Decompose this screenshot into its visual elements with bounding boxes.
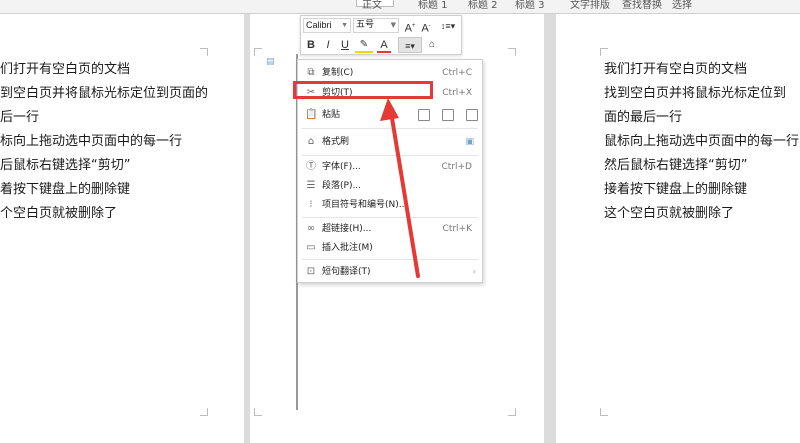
doc-line[interactable]: 找到空白页并将鼠标光标定位到: [604, 82, 799, 106]
list-icon: ⁝: [309, 199, 313, 210]
menu-label: 短句翻译(T): [322, 267, 371, 277]
doc-line[interactable]: 着按下键盘上的删除键: [0, 178, 208, 202]
menu-label: 粘贴: [322, 110, 341, 120]
paste-merge-format-icon[interactable]: [442, 109, 454, 121]
underline-button[interactable]: U: [338, 37, 352, 53]
menu-item-font[interactable]: Ⓣ 字体(F)... Ctrl+D: [298, 157, 482, 177]
align-icon[interactable]: ≡▾: [398, 37, 422, 53]
menu-label: 插入批注(M): [322, 243, 373, 253]
italic-button[interactable]: I: [321, 37, 335, 53]
document-text[interactable]: 们打开有空白页的文档 到空白页并将鼠标光标定位到页面的 后一行 标向上拖动选中页…: [0, 58, 208, 226]
menu-item-format-painter[interactable]: ⌂ 格式刷 ▣: [298, 132, 482, 152]
chevron-down-icon: ▼: [341, 22, 348, 29]
chevron-down-icon: ▼: [390, 21, 396, 29]
menu-separator: [302, 217, 478, 218]
document-page-left[interactable]: 们打开有空白页的文档 到空白页并将鼠标光标定位到页面的 后一行 标向上拖动选中页…: [0, 14, 244, 443]
menu-item-paragraph[interactable]: ☰ 段落(P)...: [298, 176, 482, 196]
copy-icon: ⧉: [307, 67, 315, 78]
paste-keep-format-icon[interactable]: [418, 109, 430, 121]
cut-highlight-box: [293, 81, 433, 99]
clipboard-icon: 📋: [305, 109, 318, 120]
margin-corner: [600, 408, 608, 416]
doc-line[interactable]: 个空白页就被删除了: [0, 202, 208, 226]
link-icon: ∞: [306, 223, 316, 234]
margin-corner: [508, 408, 516, 416]
bold-button[interactable]: B: [304, 37, 318, 53]
format-painter-icon[interactable]: ⌂: [425, 37, 439, 53]
menu-label: 超链接(H)...: [322, 224, 372, 234]
line-spacing-icon[interactable]: ↕≡▾: [437, 18, 459, 34]
menu-separator: [302, 259, 478, 260]
style-heading-3[interactable]: 标题 3: [515, 0, 545, 11]
menu-separator: [302, 128, 478, 129]
brush-icon: ⌂: [307, 136, 315, 147]
margin-corner: [200, 408, 208, 416]
doc-line[interactable]: 后一行: [0, 106, 208, 130]
margin-corner: [254, 408, 262, 416]
comment-icon: ▭: [306, 242, 316, 253]
mini-format-toolbar: Calibri ▼ 五号 ▼ A+ A- ↕≡▾ B I U ✎ A ≡▾ ⌂: [300, 15, 462, 55]
paragraph-icon: ☰: [306, 180, 316, 191]
font-icon: Ⓣ: [306, 161, 316, 172]
shrink-font-icon[interactable]: A-: [419, 18, 433, 35]
menu-item-insert-comment[interactable]: ▭ 插入批注(M): [298, 238, 482, 258]
translate-icon: ⊡: [306, 266, 316, 277]
document-text[interactable]: 我们打开有空白页的文档 找到空白页并将鼠标光标定位到 面的最后一行 鼠标向上拖动…: [604, 58, 799, 226]
doc-line[interactable]: 面的最后一行: [604, 106, 799, 130]
menu-label: 复制(C): [322, 68, 354, 78]
margin-corner: [600, 48, 608, 56]
doc-line[interactable]: 接着按下键盘上的删除键: [604, 178, 799, 202]
document-page-right[interactable]: 我们打开有空白页的文档 找到空白页并将鼠标光标定位到 面的最后一行 鼠标向上拖动…: [556, 14, 800, 443]
font-color-button[interactable]: A: [377, 37, 391, 53]
menu-item-translate[interactable]: ⊡ 短句翻译(T) ›: [298, 262, 482, 282]
find-replace-button[interactable]: 查找替换: [622, 0, 662, 11]
style-heading-2[interactable]: 标题 2: [468, 0, 498, 11]
menu-label: 字体(F)...: [322, 162, 361, 172]
doc-line[interactable]: 后鼠标右键选择“剪切”: [0, 154, 208, 178]
grow-font-icon[interactable]: A+: [403, 18, 417, 35]
menu-label: 格式刷: [322, 137, 350, 147]
menu-item-bullets-numbering[interactable]: ⁝ 项目符号和编号(N)...: [298, 195, 482, 215]
menu-item-copy[interactable]: ⧉ 复制(C) Ctrl+C: [298, 63, 482, 83]
margin-corner: [254, 48, 262, 56]
menu-label: 段落(P)...: [322, 181, 362, 191]
doc-line[interactable]: 标向上拖动选中页面中的每一行: [0, 130, 208, 154]
doc-line[interactable]: 到空白页并将鼠标光标定位到页面的: [0, 82, 208, 106]
highlight-color-icon[interactable]: ✎: [355, 37, 373, 53]
font-name-select[interactable]: Calibri ▼: [303, 18, 351, 33]
doc-line[interactable]: 鼠标向上拖动选中页面中的每一行: [604, 130, 799, 154]
ribbon-toolbar: 正文 标题 1 标题 2 标题 3 文字排版 查找替换 选择: [0, 0, 800, 14]
menu-shortcut: Ctrl+X: [442, 88, 472, 98]
font-size-value: 五号: [356, 20, 375, 30]
menu-label: 项目符号和编号(N)...: [322, 200, 408, 210]
margin-corner: [200, 48, 208, 56]
style-normal[interactable]: 正文: [362, 0, 382, 11]
doc-line[interactable]: 这个空白页就被删除了: [604, 202, 799, 226]
font-name-value: Calibri: [306, 20, 332, 30]
paste-text-only-icon[interactable]: [466, 109, 478, 121]
menu-shortcut: Ctrl+C: [442, 68, 472, 78]
margin-corner: [508, 48, 516, 56]
style-heading-1[interactable]: 标题 1: [418, 0, 448, 11]
doc-line[interactable]: 然后鼠标右键选择“剪切”: [604, 154, 799, 178]
menu-item-paste[interactable]: 📋 粘贴: [298, 105, 482, 125]
menu-item-hyperlink[interactable]: ∞ 超链接(H)... Ctrl+K: [298, 219, 482, 239]
doc-line[interactable]: 们打开有空白页的文档: [0, 58, 208, 82]
text-layout-button[interactable]: 文字排版: [570, 0, 610, 11]
paste-options-icon[interactable]: ▤: [266, 57, 275, 67]
chevron-right-icon: ›: [472, 267, 476, 276]
menu-shortcut: Ctrl+D: [441, 162, 473, 172]
doc-line[interactable]: 我们打开有空白页的文档: [604, 58, 799, 82]
format-painter-icon[interactable]: ▣: [465, 132, 474, 152]
font-size-select[interactable]: 五号 ▼: [353, 18, 399, 33]
menu-shortcut: Ctrl+K: [442, 224, 472, 234]
select-button[interactable]: 选择: [672, 0, 692, 11]
menu-separator: [302, 155, 478, 156]
